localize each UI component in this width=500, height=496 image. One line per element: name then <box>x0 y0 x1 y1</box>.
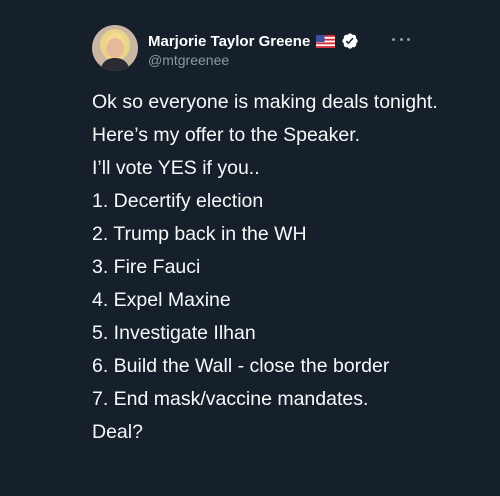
tweet-card: Marjorie Taylor Greene @mtgreenee Ok so … <box>0 0 500 496</box>
tweet-list-item: 5. Investigate Ilhan <box>92 322 256 344</box>
author-name[interactable]: Marjorie Taylor Greene <box>148 33 310 50</box>
tweet-list-item: 1. Decertify election <box>92 190 264 212</box>
more-dot <box>407 37 410 41</box>
tweet-paragraph: Here’s my offer to the Speaker. <box>92 124 361 146</box>
tweet-text: Ok so everyone is making deals tonight. … <box>92 89 452 452</box>
author-handle[interactable]: @mtgreenee <box>148 52 229 68</box>
tweet-paragraph: Deal? <box>92 421 143 443</box>
tweet-paragraph: I’ll vote YES if you.. <box>92 157 260 179</box>
us-flag-icon <box>316 34 336 48</box>
tweet-list-item: 2. Trump back in the WH <box>92 223 307 245</box>
avatar-photo <box>92 25 138 71</box>
tweet-list-item: 7. End mask/vaccine mandates. <box>92 388 369 410</box>
tweet-list-item: 3. Fire Fauci <box>92 256 201 278</box>
tweet-paragraph: Ok so everyone is making deals tonight. <box>92 91 438 113</box>
author-avatar[interactable] <box>92 25 138 71</box>
more-dot <box>392 37 395 41</box>
verified-badge-icon <box>341 32 359 50</box>
more-dot <box>399 37 403 41</box>
tweet-list-item: 6. Build the Wall - close the border <box>92 355 390 377</box>
author-name-row: Marjorie Taylor Greene <box>148 31 359 51</box>
more-options-icon[interactable] <box>392 34 410 44</box>
tweet-list-item: 4. Expel Maxine <box>92 289 231 311</box>
